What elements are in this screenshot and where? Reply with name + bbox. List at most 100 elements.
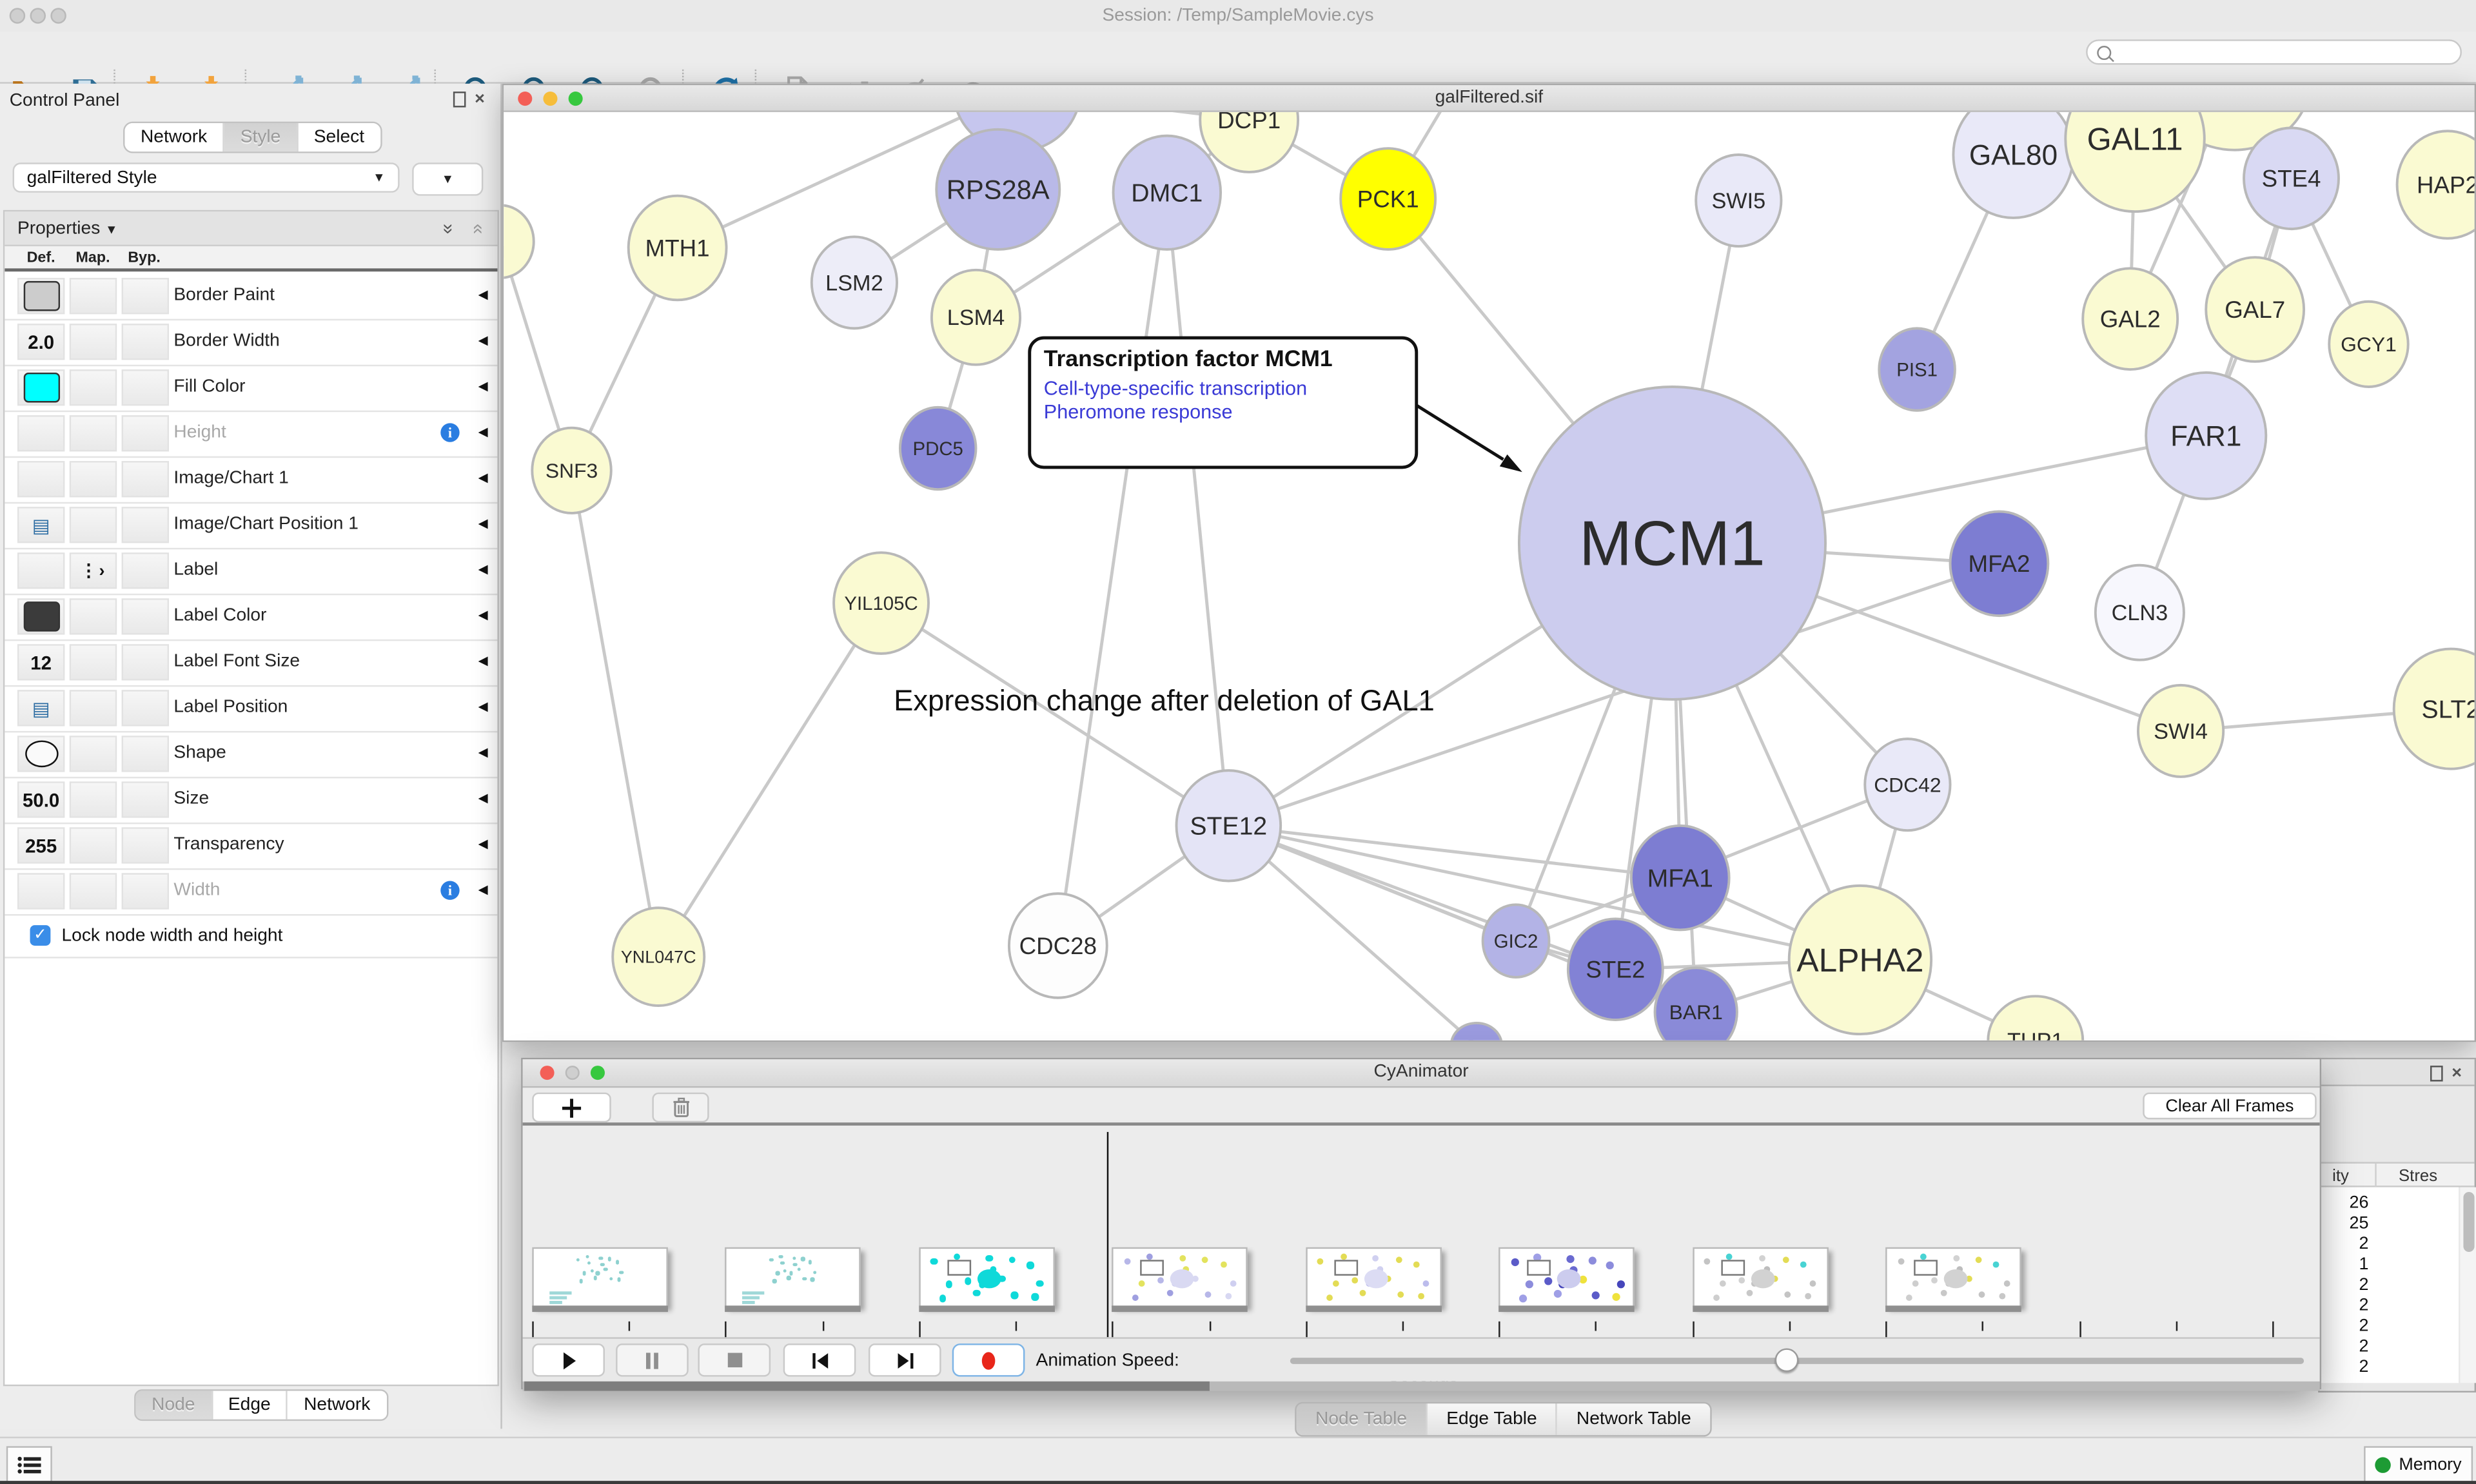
expand-row-icon[interactable]: ◀ <box>478 837 488 851</box>
expand-row-icon[interactable]: ◀ <box>478 608 488 622</box>
property-cell[interactable] <box>17 873 64 909</box>
property-cell[interactable] <box>70 827 117 863</box>
slider-handle[interactable] <box>1775 1348 1799 1372</box>
property-cell[interactable] <box>122 324 169 360</box>
memory-button[interactable]: Memory <box>2364 1446 2473 1482</box>
network-node-MTH1[interactable]: MTH1 <box>629 196 727 300</box>
frame-thumbnail-2[interactable] <box>725 1247 861 1307</box>
expand-row-icon[interactable]: ◀ <box>478 288 488 302</box>
tab-edge-table[interactable]: Edge Table <box>1428 1403 1558 1435</box>
network-node-PDC5[interactable]: PDC5 <box>900 407 976 489</box>
property-cell[interactable]: ▤ <box>17 690 64 726</box>
property-cell[interactable] <box>122 415 169 451</box>
network-node-HAP2[interactable]: HAP2 <box>2397 131 2475 239</box>
network-node-FAR1[interactable]: FAR1 <box>2146 373 2266 499</box>
property-cell[interactable]: 50.0 <box>17 781 64 817</box>
table-cell-value[interactable]: 26 <box>2320 1193 2369 1212</box>
expand-row-icon[interactable]: ◀ <box>478 379 488 393</box>
property-cell[interactable] <box>122 507 169 543</box>
property-cell[interactable] <box>70 873 117 909</box>
network-node-DMC1[interactable]: DMC1 <box>1114 136 1221 249</box>
scrollbar-thumb[interactable] <box>524 1381 1210 1391</box>
property-cell[interactable] <box>70 690 117 726</box>
network-node-SWI5[interactable]: SWI5 <box>1696 155 1781 246</box>
property-cell[interactable] <box>70 644 117 680</box>
network-node-YIL105C[interactable]: YIL105C <box>834 552 928 654</box>
playhead[interactable] <box>1107 1132 1109 1337</box>
skip-to-start-button[interactable] <box>783 1343 856 1376</box>
column-divider[interactable] <box>2375 1164 2376 1189</box>
style-target-node[interactable]: Node <box>136 1391 213 1420</box>
network-edge[interactable] <box>1058 193 1167 946</box>
property-cell[interactable] <box>17 461 64 497</box>
expand-row-icon[interactable]: ◀ <box>478 699 488 714</box>
play-button[interactable] <box>532 1343 605 1376</box>
lock-checkbox[interactable]: ✓ <box>30 925 51 946</box>
network-node-MFA1[interactable]: MFA1 <box>1631 826 1729 930</box>
float-panel-icon[interactable] <box>453 92 466 107</box>
network-node-CDC28[interactable]: CDC28 <box>1009 893 1107 998</box>
frame-thumbnail-3[interactable] <box>919 1247 1055 1307</box>
property-cell[interactable] <box>122 598 169 634</box>
property-cell[interactable] <box>70 278 117 314</box>
search-input[interactable] <box>2117 42 2440 63</box>
scrollbar-thumb[interactable] <box>2462 1192 2473 1252</box>
frame-thumbnail-6[interactable] <box>1499 1247 1635 1307</box>
property-cell[interactable] <box>70 781 117 817</box>
network-node-DCP1[interactable]: DCP1 <box>1200 112 1298 172</box>
add-frame-button[interactable] <box>532 1093 611 1123</box>
frame-thumbnail-1[interactable] <box>532 1247 668 1307</box>
network-node-LSM4[interactable]: LSM4 <box>932 270 1020 365</box>
tab-network[interactable]: Network <box>124 123 224 151</box>
property-cell[interactable]: ▤ <box>17 507 64 543</box>
tab-select[interactable]: Select <box>298 123 380 151</box>
property-cell[interactable] <box>70 369 117 405</box>
property-cell[interactable] <box>70 415 117 451</box>
info-icon[interactable]: i <box>440 881 459 900</box>
network-node-GAL80[interactable]: GAL80 <box>1953 112 2073 218</box>
network-node-TUP1[interactable]: TUP1 <box>1988 996 2083 1040</box>
property-cell[interactable] <box>122 644 169 680</box>
network-node-CDC42[interactable]: CDC42 <box>1865 739 1950 830</box>
network-node-CLN3[interactable]: CLN3 <box>2096 565 2184 660</box>
network-window-titlebar[interactable]: galFiltered.sif <box>504 85 2474 112</box>
property-cell[interactable] <box>70 507 117 543</box>
network-node-yleft[interactable] <box>504 205 534 278</box>
table-cell-value[interactable]: 2 <box>2320 1276 2369 1294</box>
property-cell[interactable] <box>122 736 169 772</box>
property-cell[interactable] <box>17 598 64 634</box>
expand-row-icon[interactable]: ◀ <box>478 654 488 668</box>
network-node-SLT2[interactable]: SLT2 <box>2394 649 2475 769</box>
expand-row-icon[interactable]: ◀ <box>478 516 488 531</box>
network-node-YNL047C[interactable]: YNL047C <box>613 908 704 1006</box>
stop-button[interactable] <box>698 1343 771 1376</box>
column-header-stress[interactable]: Stres <box>2399 1167 2437 1186</box>
network-node-STE4[interactable]: STE4 <box>2244 128 2339 229</box>
property-cell[interactable]: ⋮› <box>70 552 117 589</box>
expand-row-icon[interactable]: ◀ <box>478 745 488 759</box>
frame-thumbnail-8[interactable] <box>1885 1247 2021 1307</box>
property-cell[interactable] <box>122 369 169 405</box>
tab-style[interactable]: Style <box>224 123 298 151</box>
skip-to-end-button[interactable] <box>869 1343 941 1376</box>
property-cell[interactable] <box>122 461 169 497</box>
tab-network-table[interactable]: Network Table <box>1558 1403 1711 1435</box>
network-node-PCK1[interactable]: PCK1 <box>1341 148 1435 249</box>
expand-row-icon[interactable]: ◀ <box>478 333 488 347</box>
network-node-GAL7[interactable]: GAL7 <box>2206 257 2304 362</box>
close-panel-icon[interactable]: × <box>2451 1066 2462 1081</box>
property-cell[interactable] <box>70 736 117 772</box>
frame-thumbnail-7[interactable] <box>1693 1247 1829 1307</box>
property-cell[interactable] <box>17 369 64 405</box>
expand-row-icon[interactable]: ◀ <box>478 562 488 576</box>
table-cell-value[interactable]: 25 <box>2320 1214 2369 1233</box>
network-edge[interactable] <box>572 471 659 957</box>
table-cell-value[interactable]: 2 <box>2320 1235 2369 1253</box>
cyanimator-titlebar[interactable]: CyAnimator <box>523 1059 2320 1088</box>
property-cell[interactable] <box>122 873 169 909</box>
tab-node-table[interactable]: Node Table <box>1297 1403 1428 1435</box>
expand-row-icon[interactable]: ◀ <box>478 471 488 485</box>
network-node-BAR1[interactable]: BAR1 <box>1655 968 1737 1040</box>
network-node-PIS1[interactable]: PIS1 <box>1879 328 1955 410</box>
network-node-GCY1[interactable]: GCY1 <box>2329 302 2408 387</box>
